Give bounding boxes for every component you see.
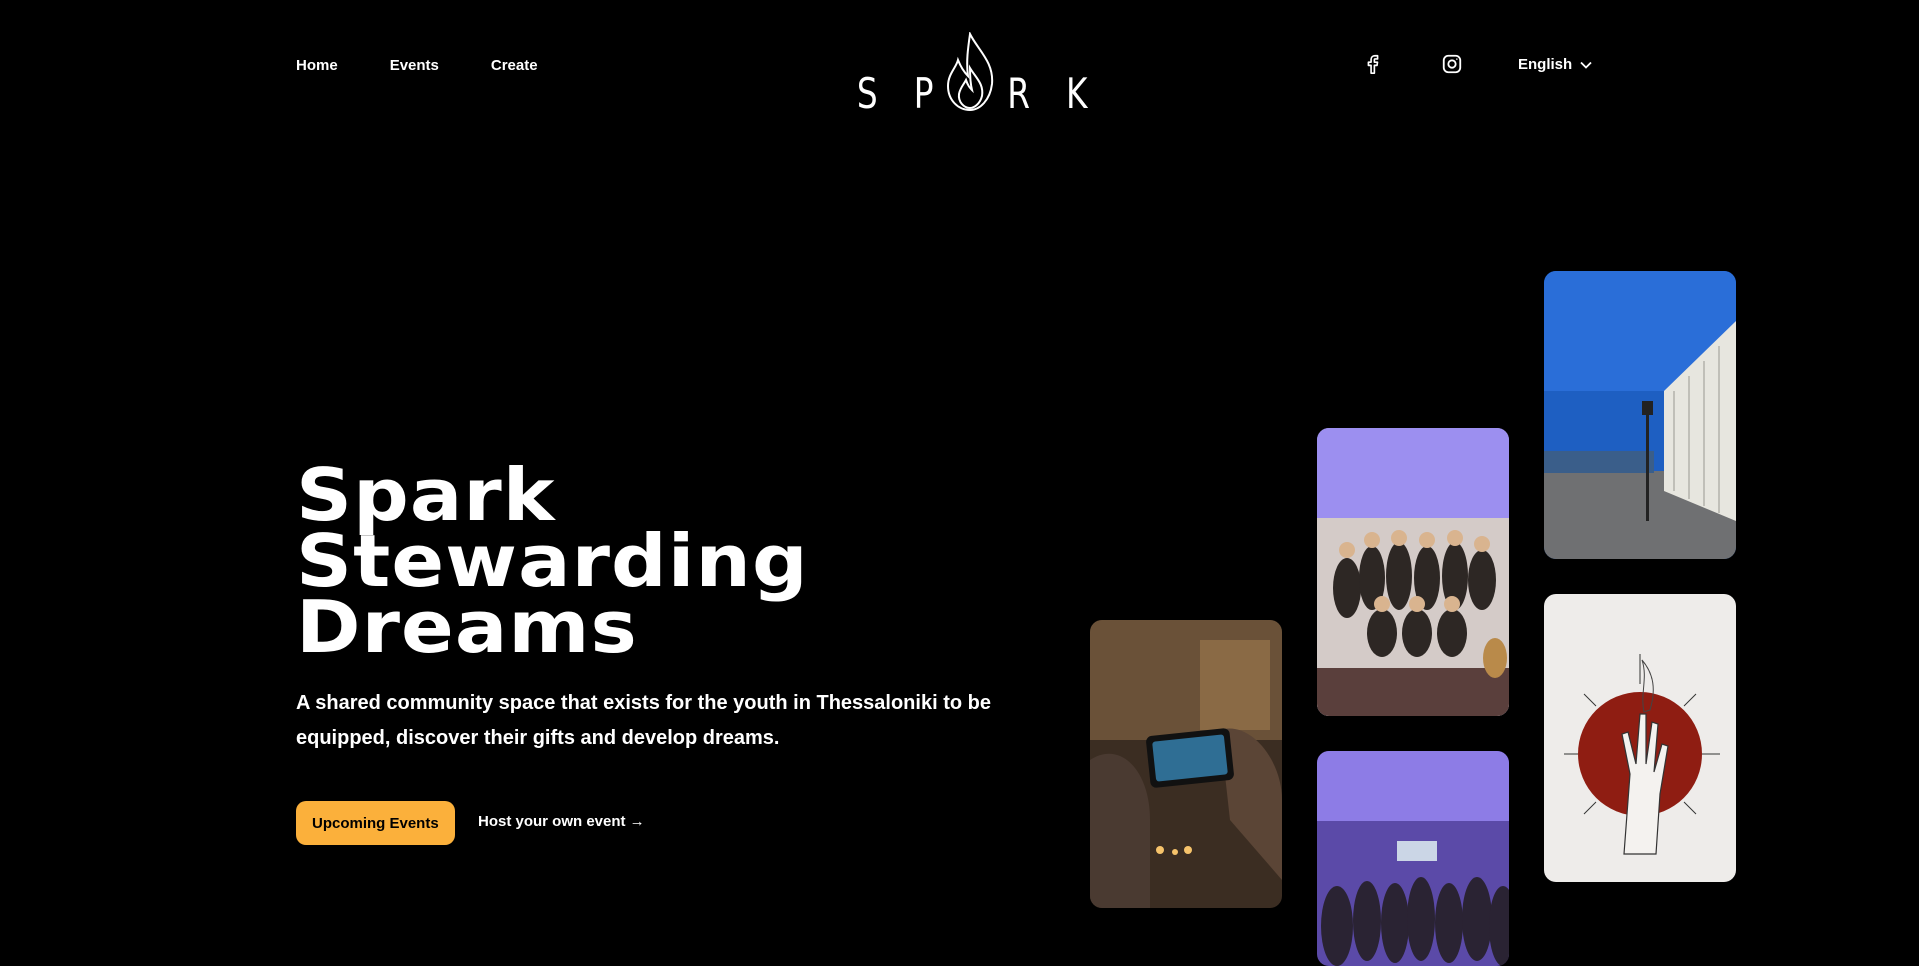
chevron-down-icon — [1580, 61, 1592, 69]
photo-phone-recording — [1090, 620, 1282, 908]
nav-home-link[interactable]: Home — [296, 57, 338, 74]
hero-description: A shared community space that exists for… — [296, 692, 991, 749]
logo-letter-p: P — [913, 69, 934, 118]
upcoming-events-button[interactable]: Upcoming Events — [296, 801, 455, 845]
main-nav: Home Events Create — [296, 57, 538, 74]
hero-title-line-3: Dreams — [296, 585, 638, 669]
language-label: English — [1518, 56, 1573, 73]
host-event-link[interactable]: Host your own event → — [478, 813, 645, 830]
logo-letter-r: R — [1007, 69, 1030, 118]
hero-title: Spark Stewarding Dreams — [296, 459, 809, 669]
instagram-icon[interactable] — [1440, 52, 1464, 76]
flame-icon — [942, 30, 998, 117]
nav-create-link[interactable]: Create — [491, 57, 538, 74]
logo-letter-s: S — [856, 69, 878, 118]
logo-letter-k: K — [1066, 69, 1088, 118]
facebook-icon[interactable] — [1361, 52, 1385, 76]
photo-thessaloniki-waterfront — [1544, 271, 1736, 559]
nav-events-link[interactable]: Events — [390, 57, 439, 74]
language-selector[interactable]: English — [1518, 56, 1592, 73]
photo-hand-illustration — [1544, 594, 1736, 882]
photo-crowd-purple — [1317, 751, 1509, 966]
spark-logo[interactable]: S P R K — [854, 30, 1091, 118]
photo-group-band — [1317, 428, 1509, 716]
